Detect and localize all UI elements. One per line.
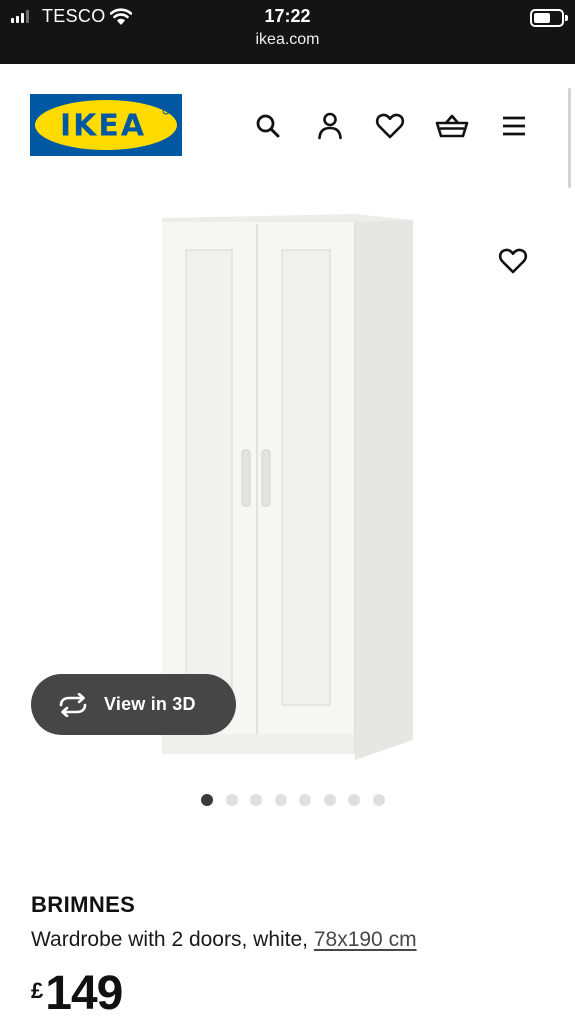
search-icon[interactable] (250, 108, 286, 144)
header-actions (250, 108, 540, 144)
view-in-3d-label: View in 3D (104, 694, 196, 714)
product-gallery[interactable]: View in 3D (0, 174, 575, 824)
gallery-dot[interactable] (372, 794, 385, 806)
gallery-pagination (0, 794, 575, 806)
ikea-logo[interactable]: IKEA (30, 94, 182, 156)
product-name: BRIMNES (31, 892, 136, 917)
product-description-text: Wardrobe with 2 doors, white, (31, 928, 314, 951)
product-price: £ 149 (31, 966, 123, 1021)
gallery-dot[interactable] (323, 794, 336, 806)
address-bar[interactable]: ikea.com (0, 31, 575, 49)
gallery-dot[interactable] (274, 794, 287, 806)
add-to-wishlist-button[interactable] (496, 244, 530, 278)
clock: 17:22 (264, 6, 311, 26)
rotate-3d-icon (56, 692, 90, 717)
gallery-dot[interactable] (250, 794, 263, 806)
browser-top-bar: TESCO 17:22 ikea.com (0, 0, 575, 64)
scrollbar[interactable] (568, 88, 571, 188)
site-header: IKEA (0, 64, 575, 174)
status-bar: TESCO 17:22 (0, 4, 575, 28)
heart-icon (498, 248, 528, 274)
basket-icon[interactable] (434, 108, 470, 144)
gallery-dot[interactable] (299, 794, 312, 806)
product-size-link[interactable]: 78x190 cm (314, 928, 417, 951)
gallery-dot[interactable] (201, 794, 214, 806)
price-amount: 149 (45, 967, 123, 1020)
battery-icon (530, 9, 568, 27)
account-icon[interactable] (312, 108, 348, 144)
svg-text:IKEA: IKEA (60, 109, 146, 144)
price-currency: £ (31, 978, 44, 1003)
gallery-dot[interactable] (348, 794, 361, 806)
menu-icon[interactable] (496, 108, 532, 144)
product-description: Wardrobe with 2 doors, white, 78x190 cm (31, 928, 417, 952)
wishlist-icon[interactable] (372, 108, 408, 144)
gallery-dot[interactable] (225, 794, 238, 806)
view-in-3d-button[interactable]: View in 3D (31, 674, 236, 735)
